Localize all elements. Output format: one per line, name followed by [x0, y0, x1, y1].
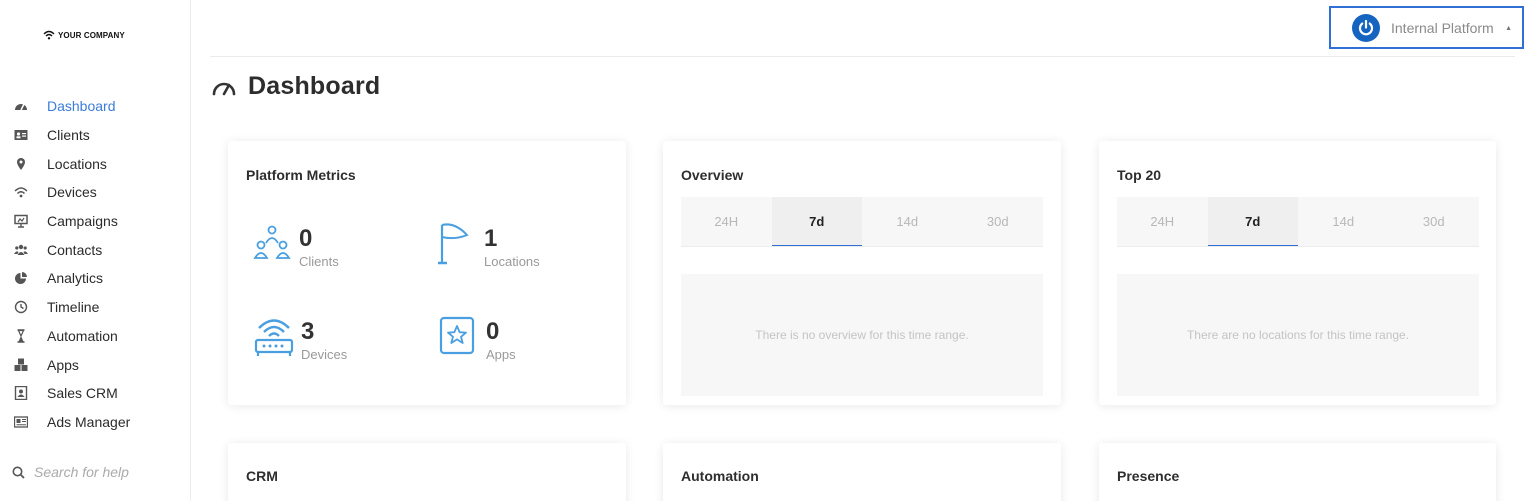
wifi-icon: [12, 185, 30, 199]
company-logo[interactable]: YOUR COMPANY: [43, 30, 125, 40]
power-icon: [1352, 13, 1380, 42]
sidebar-item-label: Ads Manager: [47, 413, 131, 430]
metric-value: 0: [299, 225, 313, 252]
page-title: Dashboard: [248, 72, 381, 100]
card-title: Presence: [1117, 468, 1180, 484]
sidebar-item-label: Devices: [47, 184, 97, 201]
tab-30d[interactable]: 30d: [953, 197, 1044, 246]
sidebar: YOUR COMPANY Dashboard Clients Locations…: [0, 0, 191, 501]
sidebar-nav: Dashboard Clients Locations Devices Camp…: [0, 92, 190, 436]
contact-book-icon: [12, 386, 30, 401]
metric-value: 0: [486, 318, 500, 345]
tab-7d[interactable]: 7d: [771, 197, 862, 246]
sidebar-item-label: Automation: [47, 327, 118, 344]
sidebar-item-automation[interactable]: Automation: [0, 322, 190, 351]
tab-24h[interactable]: 24H: [681, 197, 772, 246]
id-card-icon: [12, 128, 30, 142]
help-search: [12, 464, 184, 480]
sidebar-item-label: Apps: [47, 356, 79, 373]
sidebar-item-timeline[interactable]: Timeline: [0, 293, 190, 322]
card-title: Overview: [681, 167, 744, 183]
caret-up-icon: ▲: [1505, 25, 1512, 32]
metric-label: Devices: [301, 347, 348, 362]
newspaper-icon: [12, 415, 30, 429]
empty-state: There is no overview for this time range…: [681, 274, 1043, 396]
metric-locations[interactable]: 1 Locations: [437, 222, 540, 269]
sidebar-item-label: Sales CRM: [47, 385, 118, 402]
sidebar-item-campaigns[interactable]: Campaigns: [0, 207, 190, 236]
dashboard-icon: [12, 99, 30, 113]
sidebar-item-ads-manager[interactable]: Ads Manager: [0, 408, 190, 437]
people-network-icon: [253, 225, 291, 259]
card-title: CRM: [246, 468, 278, 484]
metric-apps[interactable]: 0 Apps: [439, 316, 516, 362]
presence-card: Presence: [1099, 443, 1496, 501]
pie-chart-icon: [12, 271, 30, 285]
sidebar-item-label: Analytics: [47, 270, 104, 287]
crm-card: CRM: [228, 443, 626, 501]
tab-14d[interactable]: 14d: [862, 197, 953, 246]
sidebar-item-locations[interactable]: Locations: [0, 149, 190, 178]
sidebar-item-label: Clients: [47, 127, 90, 144]
metric-value: 1: [484, 225, 498, 252]
empty-state: There are no locations for this time ran…: [1117, 274, 1479, 396]
metric-label: Clients: [299, 254, 339, 269]
sidebar-item-contacts[interactable]: Contacts: [0, 235, 190, 264]
sidebar-item-label: Contacts: [47, 241, 103, 258]
router-icon: [254, 319, 294, 356]
metric-clients[interactable]: 0 Clients: [252, 225, 339, 269]
top20-card: Top 20 24H 7d 14d 30d There are no locat…: [1099, 141, 1496, 405]
platform-metrics-card: Platform Metrics 0 Clients 1 Locations 3…: [228, 141, 626, 405]
logo-text: YOUR COMPANY: [58, 30, 125, 40]
card-title: Top 20: [1117, 167, 1162, 183]
tab-24h[interactable]: 24H: [1117, 197, 1208, 246]
metric-devices[interactable]: 3 Devices: [254, 316, 347, 362]
hourglass-icon: [12, 329, 30, 343]
card-title: Platform Metrics: [246, 167, 356, 183]
sidebar-item-devices[interactable]: Devices: [0, 178, 190, 207]
page-header: Dashboard: [212, 72, 380, 101]
star-box-icon: [439, 316, 475, 355]
tab-30d[interactable]: 30d: [1389, 197, 1480, 246]
card-title: Automation: [681, 468, 759, 484]
cubes-icon: [12, 358, 30, 372]
sidebar-item-label: Campaigns: [47, 213, 118, 230]
tab-14d[interactable]: 14d: [1298, 197, 1389, 246]
tabs-divider: [681, 246, 1043, 247]
sidebar-item-analytics[interactable]: Analytics: [0, 264, 190, 293]
sidebar-item-apps[interactable]: Apps: [0, 350, 190, 379]
header-divider: [210, 56, 1515, 57]
search-icon: [12, 466, 25, 479]
sidebar-item-label: Dashboard: [47, 98, 116, 115]
sidebar-item-clients[interactable]: Clients: [0, 121, 190, 150]
presentation-icon: [12, 214, 30, 228]
time-range-tabs: 24H 7d 14d 30d: [681, 197, 1043, 246]
map-pin-icon: [12, 157, 30, 171]
platform-selector[interactable]: Internal Platform ▲: [1329, 6, 1524, 49]
flag-icon: [438, 223, 469, 265]
metric-label: Locations: [484, 254, 540, 269]
sidebar-item-dashboard[interactable]: Dashboard: [0, 92, 190, 121]
metric-value: 3: [301, 318, 315, 345]
time-range-tabs: 24H 7d 14d 30d: [1117, 197, 1479, 246]
speedometer-icon: [212, 82, 236, 95]
automation-card: Automation: [663, 443, 1061, 501]
wifi-logo-icon: [43, 30, 55, 40]
metric-label: Apps: [486, 347, 516, 362]
sidebar-item-sales-crm[interactable]: Sales CRM: [0, 379, 190, 408]
clock-icon: [12, 300, 30, 314]
platform-name: Internal Platform: [1391, 19, 1494, 36]
tab-7d[interactable]: 7d: [1207, 197, 1298, 246]
sidebar-item-label: Locations: [47, 155, 107, 172]
search-help-input[interactable]: [34, 464, 184, 480]
users-icon: [12, 243, 30, 257]
overview-card: Overview 24H 7d 14d 30d There is no over…: [663, 141, 1061, 405]
tabs-divider: [1117, 246, 1479, 247]
sidebar-item-label: Timeline: [47, 299, 100, 316]
